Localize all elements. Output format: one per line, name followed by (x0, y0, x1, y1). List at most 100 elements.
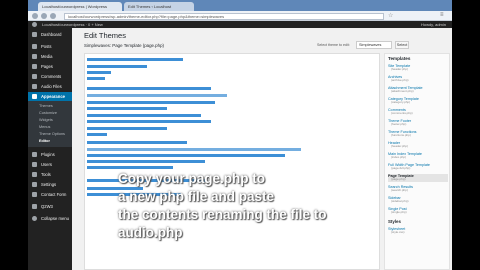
submenu-item-customize[interactable]: Customize (39, 111, 57, 115)
url-input[interactable]: localhost/ourwordpress/wp-admin/theme-ed… (64, 13, 384, 20)
template-file-link[interactable]: Site Template (header.php) (388, 64, 448, 72)
q2w3-icon (32, 204, 37, 209)
page-title: Edit Themes (84, 31, 126, 40)
admin-bar-howdy[interactable]: Howdy, admin (421, 22, 446, 27)
sidebar-item-label: Posts (41, 44, 52, 49)
submenu-item-widgets[interactable]: Widgets (39, 118, 53, 122)
audio-icon (32, 84, 37, 89)
browser-tab-2[interactable]: Edit Themes ‹ Localhost (124, 2, 194, 11)
plugins-icon (32, 152, 37, 157)
code-line (87, 77, 105, 80)
contact-form-icon (32, 192, 37, 197)
template-filename: (archive.php) (391, 78, 409, 82)
template-file-link[interactable]: Header (header.php) (388, 141, 448, 149)
sidebar-item-appearance[interactable]: Appearance (28, 92, 72, 101)
code-line (87, 154, 285, 157)
bookmark-star-icon[interactable]: ☆ (388, 12, 393, 19)
code-line (87, 107, 167, 110)
template-filename: (attachment.php) (391, 89, 414, 93)
sidebar-collapse-menu[interactable]: Collapse menu (28, 214, 72, 223)
reload-icon[interactable] (50, 13, 56, 19)
browser-menu-icon[interactable]: ≡ (440, 12, 444, 18)
code-line (87, 160, 205, 163)
code-line (87, 141, 187, 144)
submenu-item-editor[interactable]: Editor (39, 139, 50, 143)
wp-admin-bar: Localhost/ourwordpress · 0 + New Howdy, … (28, 21, 452, 28)
sidebar-item-dashboard[interactable]: Dashboard (28, 30, 72, 39)
submenu-item-menus[interactable]: Menus (39, 125, 50, 129)
sidebar-item-label: Audio Files (41, 84, 62, 89)
forward-icon[interactable] (41, 13, 47, 19)
select-theme-button[interactable]: Select (395, 41, 409, 49)
sidebar-item-q2w3[interactable]: Q2W3 (28, 202, 72, 211)
browser-tab-1[interactable]: Localhost/ourwordpress | Wordpress (38, 2, 122, 11)
sidebar-item-comments[interactable]: Comments (28, 72, 72, 81)
dashboard-icon (32, 32, 37, 37)
screen: Localhost/ourwordpress | Wordpress Edit … (28, 0, 452, 270)
tools-icon (32, 172, 37, 177)
code-line (87, 120, 211, 123)
sidebar-item-label: Contact Form (41, 192, 67, 197)
sidebar-item-audio-files[interactable]: Audio Files (28, 82, 72, 91)
submenu-item-theme-options[interactable]: Theme Options (39, 132, 65, 136)
sidebar-item-pages[interactable]: Pages (28, 62, 72, 71)
sidebar-item-label: Settings (41, 182, 57, 187)
template-filename: (header.php) (391, 144, 409, 148)
comments-icon (32, 74, 37, 79)
code-line (87, 94, 227, 97)
template-file-link[interactable]: Theme Footer (footer.php) (388, 119, 448, 127)
settings-icon (32, 182, 37, 187)
template-filename: (header.php) (391, 67, 409, 71)
sidebar-item-label: Dashboard (41, 32, 62, 37)
sidebar-item-label: Q2W3 (41, 204, 53, 209)
sidebar-item-label: Media (41, 54, 53, 59)
template-file-link[interactable]: Theme Functions (functions.php) (388, 130, 448, 138)
code-line (87, 65, 147, 68)
sidebar-item-label: Pages (41, 64, 53, 69)
sidebar-item-tools[interactable]: Tools (28, 170, 72, 179)
appearance-icon (32, 94, 37, 99)
template-filename: (index.php) (391, 155, 407, 159)
template-file-link[interactable]: Attachment Template (attachment.php) (388, 86, 448, 94)
template-filename: (functions.php) (391, 133, 411, 137)
template-file-link[interactable]: Main Index Template (index.php) (388, 152, 448, 160)
pages-icon (32, 64, 37, 69)
sidebar-item-settings[interactable]: Settings (28, 180, 72, 189)
tutorial-caption: Copy your page.php to a new php file and… (118, 171, 327, 240)
users-icon (32, 162, 37, 167)
template-file-link[interactable]: Comments (comments.php) (388, 108, 448, 116)
sidebar-item-media[interactable]: Media (28, 52, 72, 61)
wordpress-logo-icon[interactable] (32, 22, 37, 27)
code-line (87, 58, 183, 61)
template-file-link[interactable]: Archives (archive.php) (388, 75, 448, 83)
sidebar-item-posts[interactable]: Posts (28, 42, 72, 51)
template-file-link[interactable]: Category Template (category.php) (388, 97, 448, 105)
sidebar-item-label: Collapse menu (41, 216, 69, 221)
sidebar-item-users[interactable]: Users (28, 160, 72, 169)
code-line (87, 127, 167, 130)
sidebar-item-label: Users (41, 162, 52, 167)
theme-select[interactable]: Simplewaves (356, 41, 392, 49)
code-line (87, 148, 301, 151)
back-icon[interactable] (32, 13, 38, 19)
select-theme-label: Select theme to edit: (317, 43, 350, 47)
sidebar-item-plugins[interactable]: Plugins (28, 150, 72, 159)
posts-icon (32, 44, 37, 49)
sidebar-item-label: Plugins (41, 152, 55, 157)
code-line (87, 71, 111, 74)
collapse-icon (32, 216, 37, 221)
sidebar-item-label: Comments (41, 74, 62, 79)
sidebar-item-contact-form[interactable]: Contact Form (28, 190, 72, 199)
admin-bar-site-name[interactable]: Localhost/ourwordpress · 0 + New (42, 22, 103, 27)
browser-tab-bar: Localhost/ourwordpress | Wordpress Edit … (28, 0, 452, 11)
submenu-item-themes[interactable]: Themes (39, 104, 53, 108)
code-line (87, 133, 107, 136)
code-line (87, 101, 215, 104)
template-filename: (category.php) (391, 100, 411, 104)
code-line (87, 87, 211, 90)
file-heading: Simplewaves: Page Template (page.php) (84, 43, 164, 48)
templates-heading: Templates (388, 56, 411, 61)
sidebar-item-label: Appearance (41, 94, 65, 99)
appearance-submenu: Themes Customize Widgets Menus Theme Opt… (28, 101, 72, 147)
template-filename: (footer.php) (391, 122, 407, 126)
